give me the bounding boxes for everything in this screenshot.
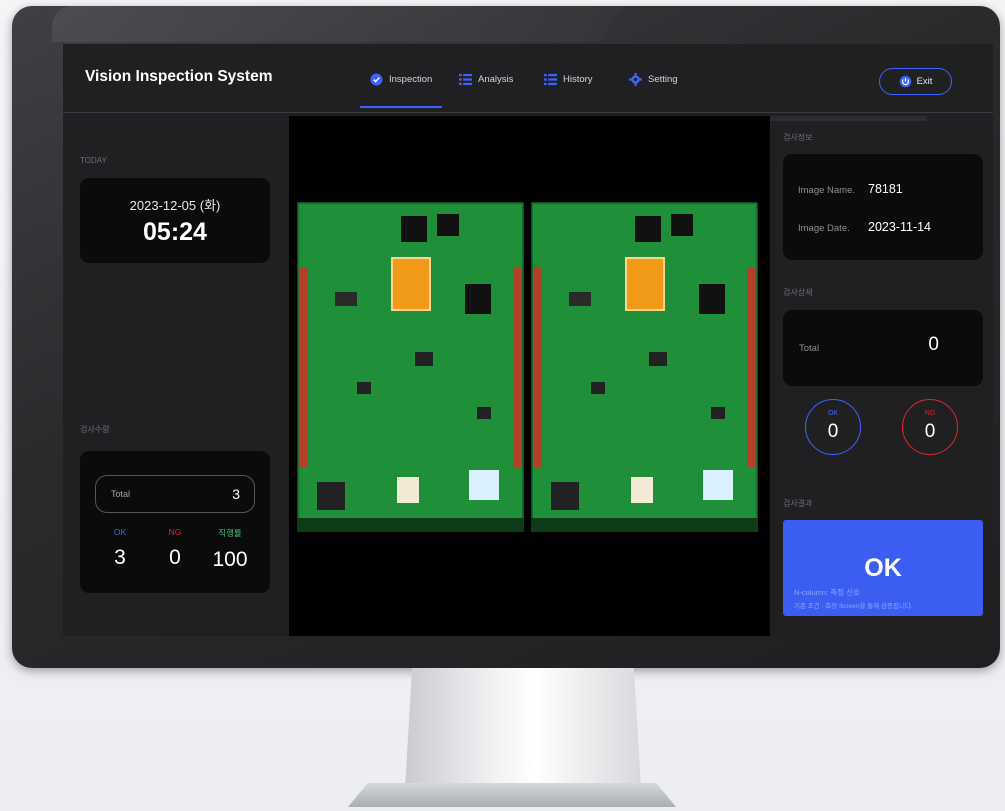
- image-name-row: Image Name. 78181: [798, 182, 903, 196]
- exit-button[interactable]: Exit: [879, 68, 952, 95]
- pcb-image-left: [297, 202, 524, 532]
- ok-count-circle: OK 0: [805, 399, 861, 455]
- stat-rate-label: 직행률: [218, 528, 242, 538]
- app-screen: Vision Inspection System Inspection Anal…: [63, 44, 993, 636]
- tab-history[interactable]: History: [544, 73, 593, 86]
- result-note-2: 기준 조건 : 측정 Screen을 통해 검증됩니다.: [794, 603, 913, 610]
- stat-rate-value: 100: [212, 548, 248, 571]
- total-label: Total: [111, 489, 131, 499]
- count-card: Total 3 OK 3 NG 0 직행률 100: [80, 451, 270, 593]
- image-date-label: Image Date.: [798, 223, 850, 234]
- list-icon: [544, 73, 557, 86]
- tab-analysis[interactable]: Analysis: [459, 73, 513, 86]
- tab-label: Inspection: [389, 74, 433, 85]
- monitor-stand-neck: [405, 668, 641, 788]
- left-panel: TODAY 2023-12-05 (화) 05:24 검사수량 Total 3 …: [63, 116, 285, 636]
- total-value: 3: [232, 486, 240, 502]
- result-note-1: N-column: 측정 신호: [794, 588, 860, 597]
- tab-setting[interactable]: Setting: [629, 73, 678, 86]
- power-icon: [899, 75, 911, 88]
- stat-ok-label: OK: [113, 527, 127, 537]
- stat-ng: NG 0: [147, 527, 203, 570]
- image-date-value: 2023-11-14: [868, 220, 932, 234]
- tab-label: History: [563, 74, 593, 85]
- image-info-card: Image Name. 78181 Image Date. 2023-11-14: [783, 154, 983, 260]
- detail-card: Total 0: [783, 310, 983, 386]
- info-section-label: 검사정보: [783, 133, 813, 142]
- stat-ok-value: 3: [114, 546, 126, 569]
- tab-label: Analysis: [478, 74, 514, 85]
- detail-section-label: 검사상세: [783, 288, 813, 297]
- result-card: OK N-column: 측정 신호 기준 조건 : 측정 Screen을 통해…: [783, 520, 983, 616]
- image-name-value: 78181: [868, 182, 903, 196]
- list-icon: [459, 73, 472, 86]
- image-date-row: Image Date. 2023-11-14: [798, 220, 931, 234]
- pcb-image-right: [531, 202, 758, 532]
- gear-icon: [629, 73, 642, 86]
- ng-count-circle: NG 0: [902, 399, 958, 455]
- monitor-bezel: Vision Inspection System Inspection Anal…: [12, 6, 1000, 668]
- image-name-label: Image Name.: [798, 185, 856, 196]
- ng-circle-label: NG: [924, 410, 936, 417]
- check-circle-icon: [370, 73, 383, 86]
- tab-label: Setting: [648, 74, 678, 85]
- stat-ng-label: NG: [168, 527, 182, 537]
- inspection-image-panel: [289, 116, 770, 636]
- result-value: OK: [864, 554, 902, 582]
- total-pill: Total 3: [95, 475, 255, 513]
- stat-ok: OK 3: [92, 527, 148, 570]
- app-header: Vision Inspection System Inspection Anal…: [63, 44, 993, 113]
- ok-circle-label: OK: [827, 410, 839, 417]
- detail-total-label: Total: [799, 343, 820, 354]
- stat-ng-value: 0: [169, 546, 181, 569]
- current-date: 2023-12-05 (화): [129, 198, 221, 213]
- current-time: 05:24: [143, 218, 207, 246]
- today-label: TODAY: [80, 156, 107, 165]
- ok-circle-value: 0: [827, 421, 839, 442]
- exit-label: Exit: [916, 76, 933, 87]
- count-section-label: 검사수량: [80, 425, 110, 434]
- tab-inspection[interactable]: Inspection: [359, 73, 443, 108]
- ng-circle-value: 0: [924, 421, 936, 442]
- monitor-stand-base: [348, 783, 676, 807]
- right-panel: 검사정보 Image Name. 78181 Image Date. 2023-…: [774, 116, 993, 636]
- date-card: 2023-12-05 (화) 05:24: [80, 178, 270, 263]
- detail-total-value: 0: [928, 334, 939, 355]
- app-title: Vision Inspection System: [85, 68, 273, 85]
- stat-rate: 직행률 100: [202, 527, 258, 572]
- bezel-gloss: [52, 6, 622, 42]
- result-section-label: 검사결과: [783, 499, 813, 508]
